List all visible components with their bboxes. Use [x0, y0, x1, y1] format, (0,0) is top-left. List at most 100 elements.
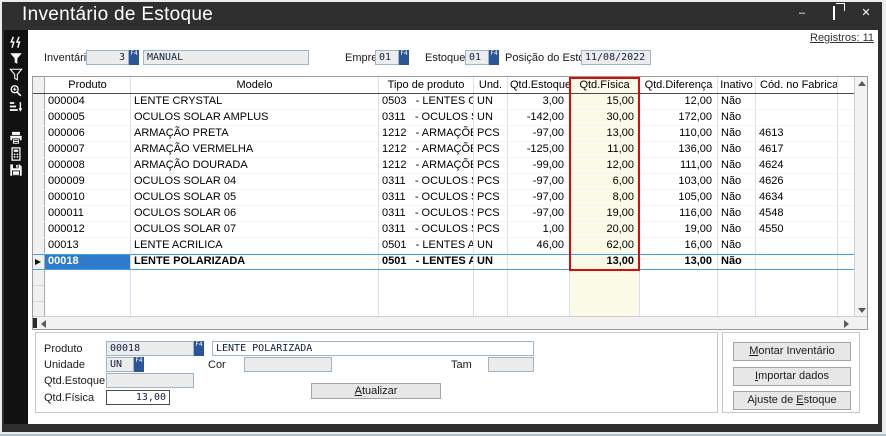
- cell-produto[interactable]: 00013: [45, 238, 131, 253]
- cell-inativo[interactable]: Não: [718, 126, 756, 141]
- cell-qtd-fisica[interactable]: 20,00: [570, 222, 640, 237]
- tam-input[interactable]: [488, 357, 534, 372]
- cell-inativo[interactable]: Não: [718, 206, 756, 221]
- refresh-icon[interactable]: [8, 36, 24, 49]
- cell-qtd-diferenca[interactable]: 105,00: [640, 190, 718, 205]
- cell-und[interactable]: UN: [474, 94, 508, 109]
- table-row[interactable]: 000007 ARMAÇÃO VERMELHA 1212 - ARMAÇÕES …: [33, 142, 855, 158]
- table-row[interactable]: 00018 LENTE POLARIZADA 0501 - LENTES ACR…: [33, 254, 855, 270]
- cell-modelo[interactable]: LENTE POLARIZADA: [131, 255, 379, 269]
- inventario-input[interactable]: 3: [86, 50, 129, 65]
- detail-qtd-fisica-input[interactable]: 13,00: [106, 390, 170, 405]
- cell-produto[interactable]: 000009: [45, 174, 131, 189]
- save-icon[interactable]: [8, 163, 24, 176]
- search-icon[interactable]: [8, 84, 24, 97]
- table-row[interactable]: 000010 OCULOS SOLAR 05 0311 - OCULOS SOL…: [33, 190, 855, 206]
- table-row[interactable]: 000008 ARMAÇÃO DOURADA 1212 - ARMAÇÕES P…: [33, 158, 855, 174]
- cell-inativo[interactable]: Não: [718, 94, 756, 109]
- print-icon[interactable]: [8, 131, 24, 144]
- scroll-down-icon[interactable]: [858, 308, 866, 313]
- cell-qtd-diferenca[interactable]: 111,00: [640, 158, 718, 173]
- cell-und[interactable]: PCS: [474, 142, 508, 157]
- unidade-input[interactable]: UN: [106, 357, 134, 372]
- cell-modelo[interactable]: ARMAÇÃO DOURADA: [131, 158, 379, 173]
- detail-produto-desc-input[interactable]: LENTE POLARIZADA: [212, 341, 534, 356]
- row-header-cell[interactable]: [33, 238, 45, 253]
- cell-qtd-estoque[interactable]: 3,00: [508, 94, 570, 109]
- cell-tipo-produto[interactable]: 0311 - OCULOS SOLAR DIVER: [379, 206, 474, 221]
- ajuste-estoque-button[interactable]: Ajuste de Estoque: [733, 391, 851, 410]
- table-row[interactable]: 000009 OCULOS SOLAR 04 0311 - OCULOS SOL…: [33, 174, 855, 190]
- cell-inativo[interactable]: Não: [718, 142, 756, 157]
- filter-icon[interactable]: [8, 52, 24, 65]
- titlebar[interactable]: Inventário de Estoque – ✕: [2, 2, 882, 30]
- cell-qtd-diferenca[interactable]: 116,00: [640, 206, 718, 221]
- cell-produto[interactable]: 000011: [45, 206, 131, 221]
- cell-tipo-produto[interactable]: 1212 - ARMAÇÕES: [379, 142, 474, 157]
- close-button[interactable]: ✕: [858, 7, 874, 21]
- cell-qtd-estoque[interactable]: -97,00: [508, 206, 570, 221]
- cell-produto[interactable]: 00018: [45, 255, 131, 269]
- report-icon[interactable]: [8, 147, 24, 160]
- cell-tipo-produto[interactable]: 0311 - OCULOS SOLAR DIVER: [379, 222, 474, 237]
- estoque-lookup-button[interactable]: F4: [489, 50, 499, 65]
- atualizar-button[interactable]: Atualizar: [311, 383, 441, 399]
- cell-tipo-produto[interactable]: 0311 - OCULOS SOLAR DIVER: [379, 174, 474, 189]
- row-header-cell[interactable]: [33, 126, 45, 141]
- cell-modelo[interactable]: LENTE ACRILICA: [131, 238, 379, 253]
- table-row[interactable]: 000011 OCULOS SOLAR 06 0311 - OCULOS SOL…: [33, 206, 855, 222]
- cell-qtd-fisica[interactable]: 13,00: [570, 255, 640, 269]
- cell-modelo[interactable]: OCULOS SOLAR 06: [131, 206, 379, 221]
- column-header-und[interactable]: Und.: [474, 77, 508, 93]
- cell-qtd-fisica[interactable]: 62,00: [570, 238, 640, 253]
- cell-tipo-produto[interactable]: 1212 - ARMAÇÕES: [379, 158, 474, 173]
- cell-qtd-fisica[interactable]: 30,00: [570, 110, 640, 125]
- cell-und[interactable]: PCS: [474, 126, 508, 141]
- row-header-cell[interactable]: [33, 206, 45, 221]
- cell-qtd-diferenca[interactable]: 110,00: [640, 126, 718, 141]
- table-row[interactable]: 000006 ARMAÇÃO PRETA 1212 - ARMAÇÕES PCS…: [33, 126, 855, 142]
- cell-produto[interactable]: 000008: [45, 158, 131, 173]
- posicao-estoque-input[interactable]: 11/08/2022: [581, 50, 651, 65]
- cell-qtd-diferenca[interactable]: 12,00: [640, 94, 718, 109]
- row-header-cell[interactable]: [33, 158, 45, 173]
- cell-produto[interactable]: 000010: [45, 190, 131, 205]
- column-header-tipo[interactable]: Tipo de produto: [379, 77, 474, 93]
- cell-qtd-estoque[interactable]: -97,00: [508, 174, 570, 189]
- cell-produto[interactable]: 000007: [45, 142, 131, 157]
- cell-und[interactable]: PCS: [474, 206, 508, 221]
- cell-qtd-fisica[interactable]: 15,00: [570, 94, 640, 109]
- estoque-input[interactable]: 01: [465, 50, 489, 65]
- cell-qtd-diferenca[interactable]: 136,00: [640, 142, 718, 157]
- cell-qtd-fisica[interactable]: 11,00: [570, 142, 640, 157]
- column-header-qtd-fisica[interactable]: Qtd.Física: [570, 77, 640, 93]
- table-row[interactable]: 000005 OCULOS SOLAR AMPLUS 0311 - OCULOS…: [33, 110, 855, 126]
- cell-cod-fabricante[interactable]: 4634: [756, 190, 838, 205]
- row-header-cell[interactable]: [33, 255, 45, 269]
- restore-button[interactable]: [826, 7, 842, 21]
- table-row[interactable]: 000004 LENTE CRYSTAL 0503 - LENTES CRIST…: [33, 94, 855, 110]
- cell-tipo-produto[interactable]: 0311 - OCULOS SOLAR DIVER: [379, 190, 474, 205]
- cell-modelo[interactable]: OCULOS SOLAR 05: [131, 190, 379, 205]
- cell-und[interactable]: PCS: [474, 190, 508, 205]
- sort-icon[interactable]: [8, 100, 24, 113]
- cell-qtd-diferenca[interactable]: 103,00: [640, 174, 718, 189]
- cell-qtd-diferenca[interactable]: 172,00: [640, 110, 718, 125]
- cell-qtd-diferenca[interactable]: 16,00: [640, 238, 718, 253]
- horizontal-scroll-thumb[interactable]: [33, 318, 37, 328]
- cell-inativo[interactable]: Não: [718, 174, 756, 189]
- detail-produto-lookup-button[interactable]: F4: [194, 341, 204, 356]
- inventario-name-input[interactable]: MANUAL: [143, 50, 309, 65]
- column-header-inativo[interactable]: Inativo: [718, 77, 756, 93]
- cell-qtd-estoque[interactable]: -99,00: [508, 158, 570, 173]
- cell-inativo[interactable]: Não: [718, 158, 756, 173]
- cell-qtd-fisica[interactable]: 13,00: [570, 126, 640, 141]
- column-header-qtd-estoque[interactable]: Qtd.Estoque: [508, 77, 570, 93]
- cell-tipo-produto[interactable]: 0501 - LENTES ACRILICAS: [379, 238, 474, 253]
- cell-tipo-produto[interactable]: 0503 - LENTES CRISTAL: [379, 94, 474, 109]
- cell-und[interactable]: PCS: [474, 174, 508, 189]
- cell-modelo[interactable]: OCULOS SOLAR AMPLUS: [131, 110, 379, 125]
- cell-cod-fabricante[interactable]: 4613: [756, 126, 838, 141]
- row-header-cell[interactable]: [33, 142, 45, 157]
- cell-qtd-fisica[interactable]: 8,00: [570, 190, 640, 205]
